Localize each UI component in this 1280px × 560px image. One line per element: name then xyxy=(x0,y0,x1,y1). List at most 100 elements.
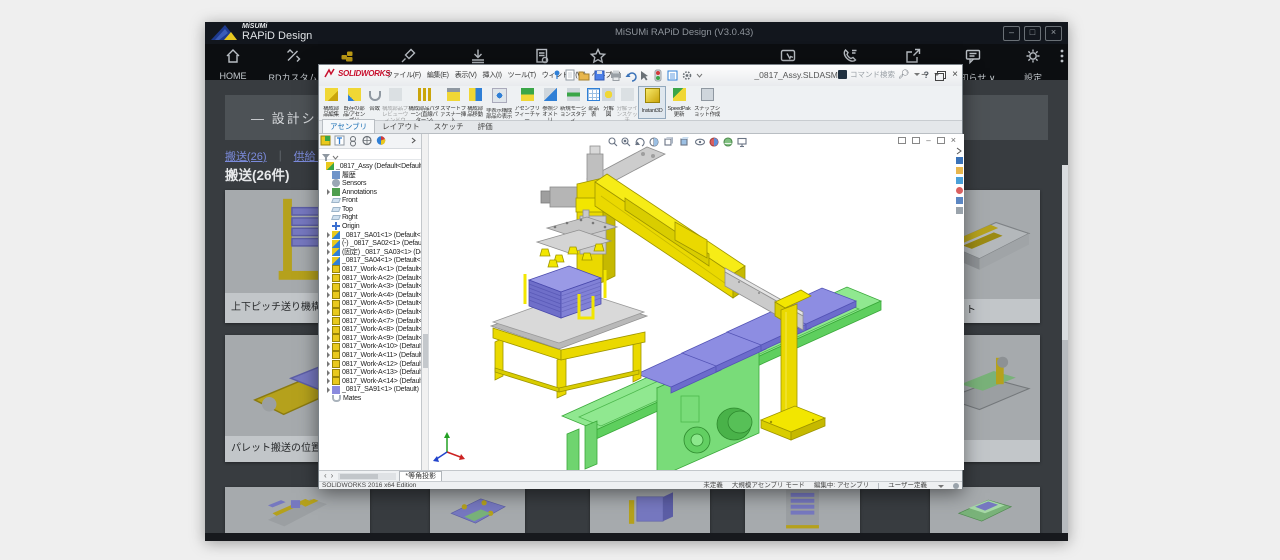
task-pane-chevron-icon[interactable] xyxy=(957,148,961,154)
print-icon[interactable] xyxy=(611,71,621,81)
expand-arrow-icon[interactable] xyxy=(327,292,330,298)
category-link[interactable]: 搬送(26) xyxy=(225,151,267,163)
edit-appearance-icon[interactable] xyxy=(710,138,718,146)
bill-of-materials-button[interactable]: 部品表 xyxy=(586,86,601,119)
tree-item[interactable]: (固定) _0817_SA03<1> (Def xyxy=(319,248,422,257)
expand-arrow-icon[interactable] xyxy=(327,266,330,272)
options-gear-icon[interactable] xyxy=(684,72,691,79)
tree-item[interactable]: 0817_Work-A<8> (Default< xyxy=(319,325,422,334)
page-scrollbar[interactable] xyxy=(1062,165,1068,533)
tree-item[interactable]: 0817_Work-A<10> (Default xyxy=(319,343,422,352)
tree-item[interactable]: 履歴 xyxy=(319,171,422,180)
resources-icon[interactable] xyxy=(956,157,963,164)
menu-挿入(I)[interactable]: 挿入(I) xyxy=(480,70,505,80)
tree-item[interactable]: Sensors xyxy=(319,179,422,188)
tree-item[interactable]: Origin xyxy=(319,222,422,231)
design-example-card[interactable] xyxy=(430,487,525,533)
menu-ツール(T)[interactable]: ツール(T) xyxy=(505,70,539,80)
expand-arrow-icon[interactable] xyxy=(327,378,330,384)
reference-geometry-button[interactable]: 参照ジオメトリ xyxy=(540,86,560,119)
sw-close-button[interactable]: × xyxy=(952,68,958,82)
instant3d-button[interactable]: Instant3D xyxy=(638,86,666,119)
app-close-button[interactable]: × xyxy=(1045,26,1062,41)
exploded-view-button[interactable]: 分解図 xyxy=(601,86,616,119)
zoom-fit-icon[interactable] xyxy=(609,138,617,146)
expand-arrow-icon[interactable] xyxy=(327,370,330,376)
view-tab-right-arrow-icon[interactable]: › xyxy=(331,471,334,481)
nav-item-more[interactable] xyxy=(1023,47,1101,71)
design-example-card[interactable] xyxy=(930,487,1040,533)
move-component-button[interactable]: 構成部品移動 xyxy=(466,86,484,119)
hide-show-items-icon[interactable] xyxy=(696,139,705,145)
tree-item[interactable]: 0817_Work-A<2> (Default< xyxy=(319,274,422,283)
tree-item[interactable]: 0817_Work-A<4> (Default< xyxy=(319,291,422,300)
tree-item[interactable]: 0817_Work-A<3> (Default< xyxy=(319,282,422,291)
expand-arrow-icon[interactable] xyxy=(327,335,330,341)
expand-arrow-icon[interactable] xyxy=(327,352,330,358)
tree-item[interactable]: _0817_SA04<1> (Default<D xyxy=(319,257,422,266)
expand-arrow-icon[interactable] xyxy=(327,258,330,264)
view-tab-scrollbar[interactable] xyxy=(338,473,396,480)
tree-item[interactable]: Right xyxy=(319,214,422,223)
open-icon[interactable] xyxy=(579,72,589,80)
doc-close-button[interactable]: × xyxy=(951,136,956,145)
tree-item[interactable]: 0817_Work-A<9> (Default< xyxy=(319,334,422,343)
configurations-tab-icon[interactable] xyxy=(351,137,356,147)
custom-properties-icon[interactable] xyxy=(956,197,963,204)
show-hidden-components-button[interactable]: 非表示構成部品の表示 xyxy=(484,86,514,119)
tree-item[interactable]: 0817_Work-A<11> (Default xyxy=(319,351,422,360)
menu-編集(E)[interactable]: 編集(E) xyxy=(424,70,452,80)
tree-item[interactable]: _0817_Assy (Default<Default_D xyxy=(319,162,422,171)
doc-cascade-icon[interactable] xyxy=(912,137,920,144)
ribbon-tab-評価[interactable]: 評価 xyxy=(471,120,500,133)
edit-component-button[interactable]: 構成部品編集 xyxy=(321,86,341,119)
graphics-viewport[interactable]: – × xyxy=(429,134,964,470)
expand-arrow-icon[interactable] xyxy=(327,241,330,247)
undo-icon[interactable] xyxy=(626,73,637,81)
assembly-features-button[interactable]: アセンブリフィーチャー xyxy=(514,86,540,119)
design-example-card[interactable] xyxy=(590,487,710,533)
display-manager-tab-icon[interactable] xyxy=(377,136,385,144)
doc-restore-button[interactable] xyxy=(937,137,945,144)
expand-arrow-icon[interactable] xyxy=(327,318,330,324)
ribbon-tab-スケッチ[interactable]: スケッチ xyxy=(427,120,471,133)
view-settings-icon[interactable] xyxy=(738,139,746,147)
expand-arrow-icon[interactable] xyxy=(327,275,330,281)
design-library-icon[interactable] xyxy=(956,167,963,174)
new-document-icon[interactable] xyxy=(566,70,574,80)
sw-restore-button[interactable] xyxy=(935,73,944,81)
linear-component-pattern-button[interactable]: 構成部品パターン(直線パターン) xyxy=(408,86,440,119)
doc-tile-icon[interactable] xyxy=(898,137,906,144)
tree-item[interactable]: _0817_SA01<1> (Default<D xyxy=(319,231,422,240)
select-icon[interactable] xyxy=(641,71,648,81)
gantry-beam[interactable] xyxy=(595,174,745,298)
tree-item[interactable]: Mates xyxy=(319,394,422,403)
new-motion-study-button[interactable]: 新規モーションスタディ xyxy=(560,86,586,119)
apply-scene-icon[interactable] xyxy=(724,138,732,146)
status-dropdown-icon[interactable] xyxy=(938,485,944,488)
expand-arrow-icon[interactable] xyxy=(327,284,330,290)
expand-arrow-icon[interactable] xyxy=(327,344,330,350)
expand-arrow-icon[interactable] xyxy=(327,309,330,315)
tree-item[interactable]: (-) _0817_SA02<1> (Default xyxy=(319,239,422,248)
expand-arrow-icon[interactable] xyxy=(327,301,330,307)
tree-item[interactable]: 0817_Work-A<14> (Default xyxy=(319,377,422,386)
take-snapshot-button[interactable]: スナップショット作成 xyxy=(692,86,722,119)
design-example-card[interactable] xyxy=(745,487,860,533)
expand-arrow-icon[interactable] xyxy=(327,387,330,393)
doc-minimize-button[interactable]: – xyxy=(926,137,930,145)
magnifier-icon[interactable]: 🔎︎ xyxy=(898,69,909,80)
previous-view-icon[interactable] xyxy=(635,138,644,146)
menu-ファイル(F)[interactable]: ファイル(F) xyxy=(383,70,424,80)
tree-item[interactable]: 0817_Work-A<1> (Default< xyxy=(319,265,422,274)
display-style-icon[interactable] xyxy=(681,137,689,145)
smart-fasteners-button[interactable]: スマートファスナー挿入 xyxy=(440,86,466,119)
view-tab-scrollbar-thumb[interactable] xyxy=(340,474,378,479)
expand-arrow-icon[interactable] xyxy=(327,327,330,333)
update-speedpak-button[interactable]: SpeedPak更新 xyxy=(666,86,692,119)
tree-item[interactable]: 0817_Work-A<7> (Default< xyxy=(319,317,422,326)
expand-arrow-icon[interactable] xyxy=(327,249,330,255)
ribbon-tab-アセンブリ[interactable]: アセンブリ xyxy=(322,119,375,133)
view-configuration-tab[interactable]: *等角投影 xyxy=(399,471,442,482)
menu-表示(V)[interactable]: 表示(V) xyxy=(452,70,480,80)
